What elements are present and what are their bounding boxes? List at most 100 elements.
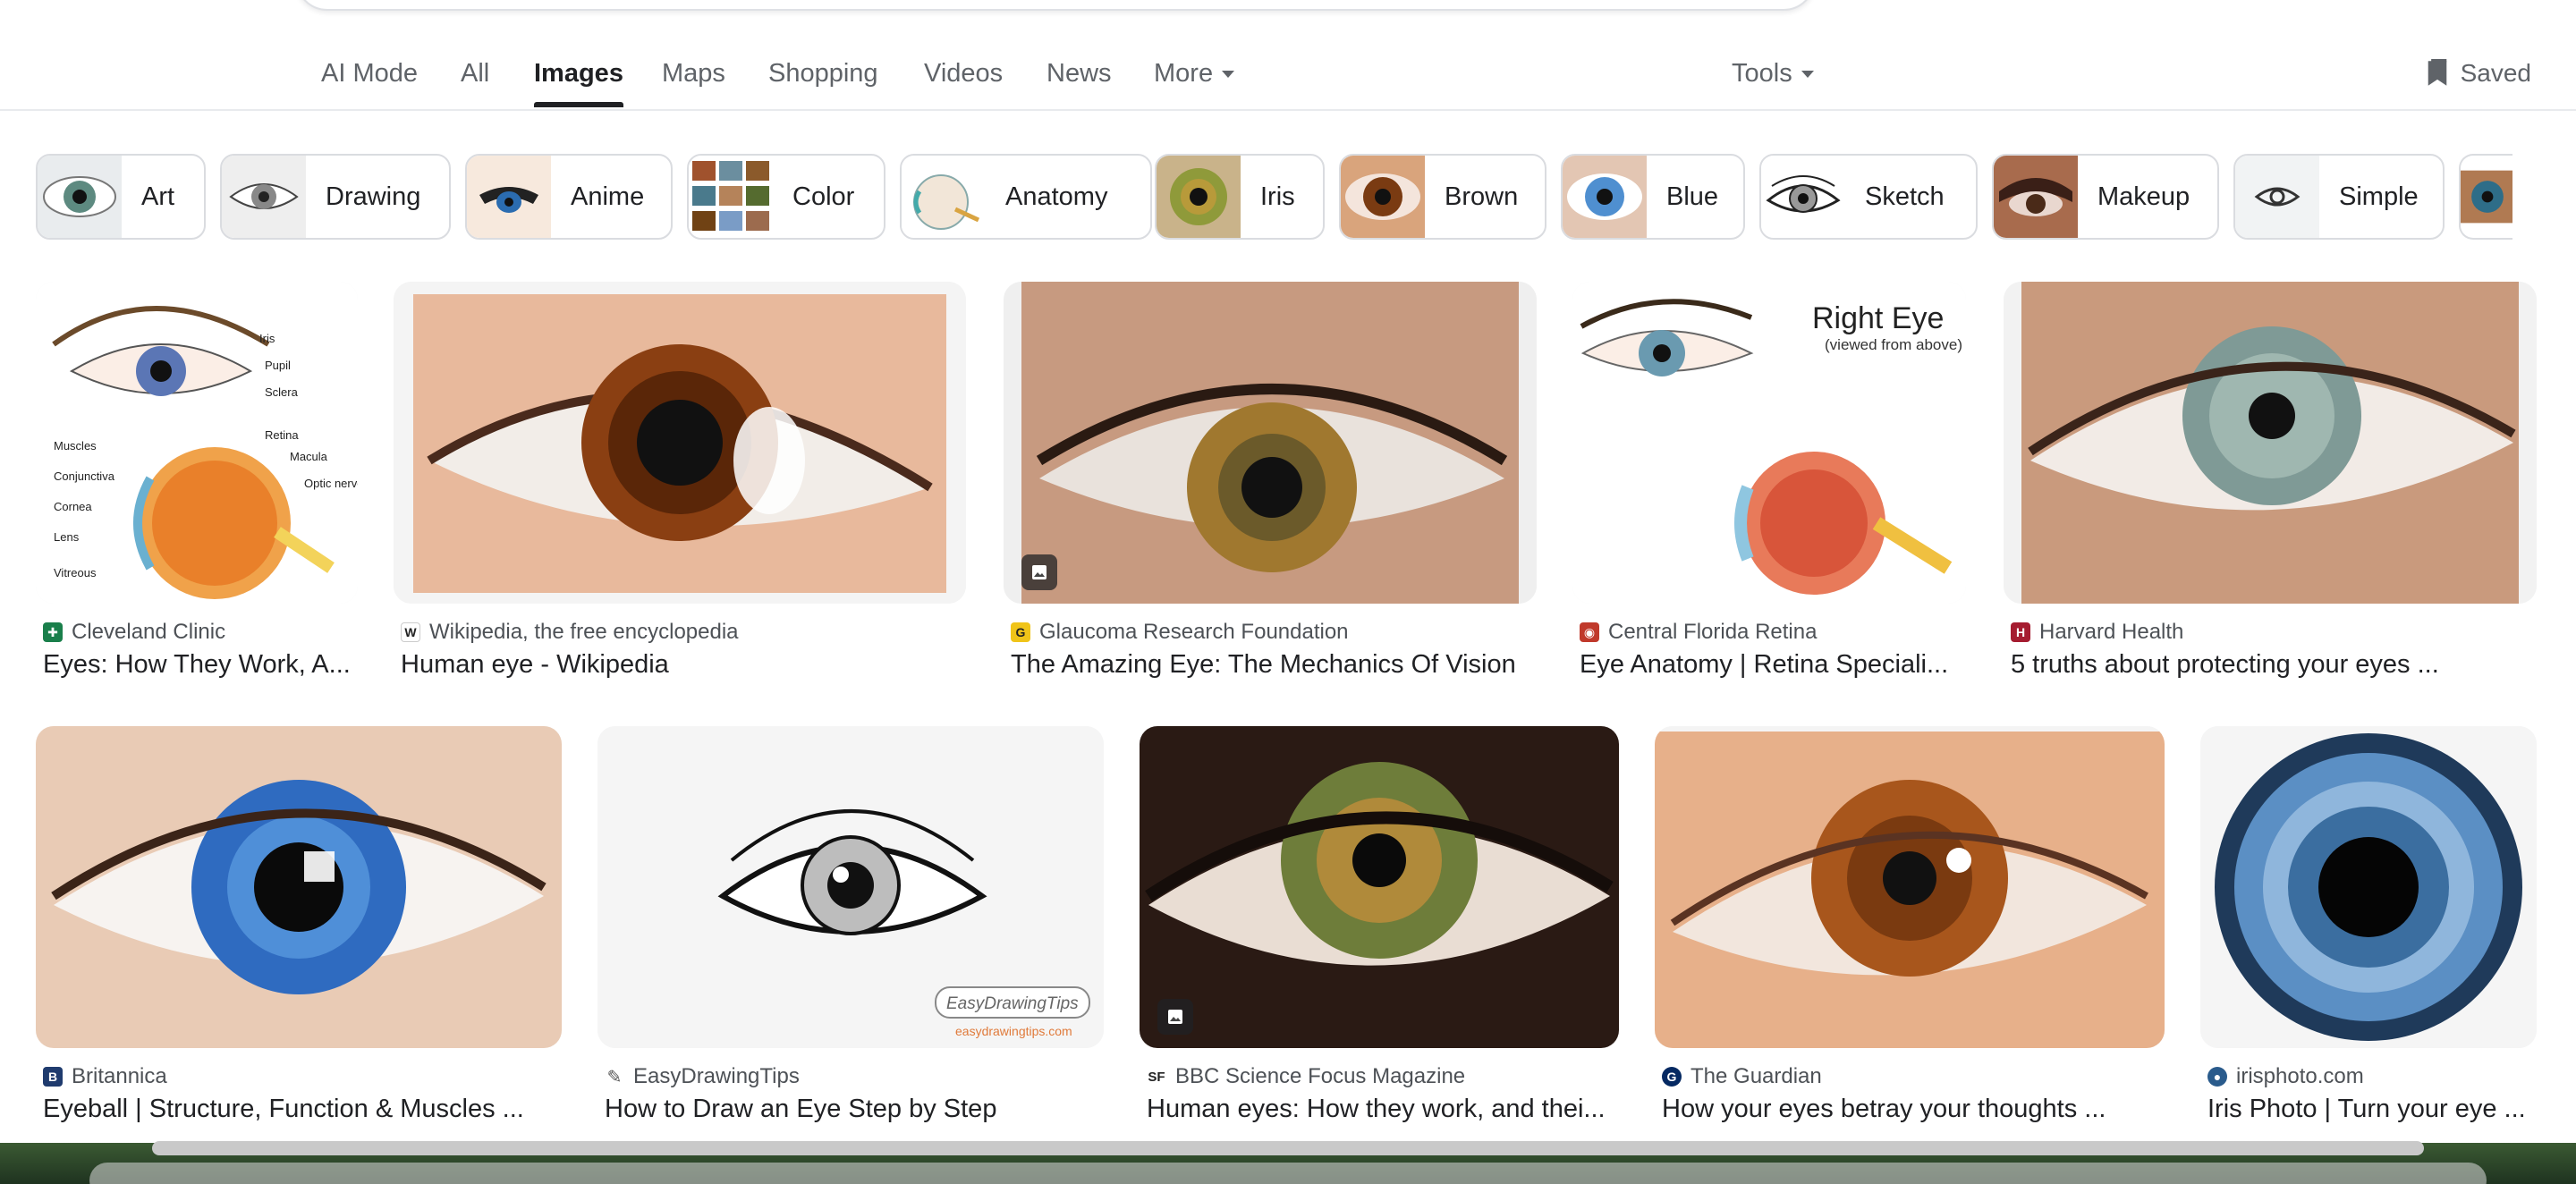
tab-images[interactable]: Images (534, 59, 623, 107)
result-image[interactable] (36, 726, 562, 1048)
watermark-url: easydrawingtips.com (955, 1024, 1072, 1038)
saved-label: Saved (2460, 59, 2531, 87)
chip-thumbnail (1157, 156, 1241, 238)
result-title[interactable]: Eyeball | Structure, Function & Muscles … (43, 1095, 562, 1124)
green-eye-photo (2004, 282, 2537, 604)
source-name: Wikipedia, the free encyclopedia (429, 620, 739, 644)
diagram-subtitle: (viewed from above) (1825, 336, 1962, 353)
tab-maps[interactable]: Maps (662, 59, 725, 89)
image-result[interactable]: G Glaucoma Research Foundation The Amazin… (1004, 282, 1537, 684)
chip-art[interactable]: Art (36, 154, 206, 240)
result-title[interactable]: Iris Photo | Turn your eye ... (2207, 1095, 2537, 1124)
diagram-label: Cornea (54, 500, 92, 513)
right-eye-diagram: Right Eye (viewed from above) (1572, 282, 1966, 604)
result-title[interactable]: 5 truths about protecting your eyes ... (2011, 650, 2537, 680)
result-image[interactable] (2004, 282, 2537, 604)
image-badge-icon (1157, 999, 1193, 1035)
image-result[interactable]: Right Eye (viewed from above) ◉ Central F… (1572, 282, 1966, 684)
result-image[interactable] (1140, 726, 1619, 1048)
image-result[interactable]: ● irisphoto.com Iris Photo | Turn your ey… (2200, 726, 2537, 1129)
source-name: The Guardian (1690, 1064, 1822, 1088)
result-source[interactable]: W Wikipedia, the free encyclopedia (401, 620, 739, 645)
image-result[interactable]: Iris Pupil Sclera Retina Macula Optic ne… (36, 282, 358, 684)
chip-label: Sketch (1865, 182, 1945, 211)
result-image[interactable] (394, 282, 966, 604)
chip-iris[interactable]: Iris (1155, 154, 1325, 240)
result-source[interactable]: H Harvard Health (2011, 620, 2183, 645)
result-image[interactable] (2200, 726, 2537, 1048)
tab-news[interactable]: News (1046, 59, 1112, 89)
bookmark-icon (2428, 59, 2446, 86)
result-image[interactable]: Right Eye (viewed from above) (1572, 282, 1966, 604)
diagram-label: Vitreous (54, 566, 97, 579)
the-guardian-favicon-icon: G (1662, 1067, 1682, 1087)
search-box[interactable] (295, 0, 1816, 11)
chip-label: Drawing (326, 182, 421, 211)
chip-thumbnail (2461, 170, 2512, 224)
image-result[interactable]: H Harvard Health 5 truths about protectin… (2004, 282, 2537, 684)
result-title[interactable]: Human eyes: How they work, and thei... (1147, 1095, 1619, 1124)
diagram-label: Pupil (265, 359, 291, 372)
chip-more-partial[interactable] (2459, 154, 2512, 240)
result-source[interactable]: ◉ Central Florida Retina (1580, 620, 1817, 645)
result-source[interactable]: G Glaucoma Research Foundation (1011, 620, 1349, 645)
tools-label: Tools (1732, 59, 1792, 88)
result-title[interactable]: Eyes: How They Work, A... (43, 650, 358, 680)
tools-button[interactable]: Tools (1732, 59, 1814, 89)
result-title[interactable]: How your eyes betray your thoughts ... (1662, 1095, 2165, 1124)
result-title[interactable]: Eye Anatomy | Retina Speciali... (1580, 650, 1966, 680)
tab-shopping[interactable]: Shopping (768, 59, 878, 89)
chip-label: Blue (1666, 182, 1719, 211)
result-source[interactable]: ● irisphoto.com (2207, 1064, 2364, 1089)
chip-blue[interactable]: Blue (1561, 154, 1745, 240)
source-name: Britannica (72, 1064, 167, 1088)
saved-button[interactable]: Saved (2425, 59, 2531, 88)
result-source[interactable]: G The Guardian (1662, 1064, 1822, 1089)
chip-sketch[interactable]: Sketch (1759, 154, 1978, 240)
chip-drawing[interactable]: Drawing (220, 154, 451, 240)
tab-videos[interactable]: Videos (924, 59, 1003, 89)
chip-anatomy[interactable]: Anatomy (900, 154, 1152, 240)
image-result[interactable]: EasyDrawingTips easydrawingtips.com ✎ Eas… (597, 726, 1104, 1129)
result-image[interactable]: Iris Pupil Sclera Retina Macula Optic ne… (36, 282, 358, 604)
diagram-label: Lens (54, 530, 80, 544)
image-badge-icon (1021, 554, 1057, 590)
cleveland-clinic-favicon-icon: ✚ (43, 622, 63, 642)
chip-brown[interactable]: Brown (1339, 154, 1546, 240)
image-result[interactable]: B Britannica Eyeball | Structure, Functio… (36, 726, 562, 1129)
diagram-label: Conjunctiva (54, 469, 115, 483)
chip-simple[interactable]: Simple (2233, 154, 2445, 240)
chip-makeup[interactable]: Makeup (1992, 154, 2219, 240)
tab-all[interactable]: All (461, 59, 489, 89)
result-source[interactable]: ✚ Cleveland Clinic (43, 620, 225, 645)
result-image[interactable]: EasyDrawingTips easydrawingtips.com (597, 726, 1104, 1048)
result-source[interactable]: ✎ EasyDrawingTips (605, 1064, 800, 1089)
dock[interactable] (89, 1163, 2487, 1184)
watermark-text: EasyDrawingTips (946, 994, 1079, 1013)
result-title[interactable]: The Amazing Eye: The Mechanics Of Vision (1011, 650, 1537, 680)
image-result[interactable]: W Wikipedia, the free encyclopedia Human … (394, 282, 966, 684)
tab-more[interactable]: More (1154, 59, 1235, 89)
image-result[interactable]: SF BBC Science Focus Magazine Human eyes:… (1140, 726, 1619, 1129)
chip-thumbnail (467, 156, 551, 238)
chip-label: Anatomy (1005, 182, 1108, 211)
result-title[interactable]: Human eye - Wikipedia (401, 650, 966, 680)
horizontal-scrollbar[interactable] (152, 1141, 2424, 1155)
result-source[interactable]: B Britannica (43, 1064, 167, 1089)
tab-ai-mode[interactable]: AI Mode (321, 59, 418, 89)
image-result[interactable]: G The Guardian How your eyes betray your … (1655, 726, 2165, 1129)
result-image[interactable] (1655, 726, 2165, 1048)
chip-thumbnail (902, 156, 986, 238)
source-name: EasyDrawingTips (633, 1064, 800, 1088)
brown-eye-photo (394, 282, 966, 604)
diagram-label: Iris (259, 332, 275, 345)
blue-eye-photo (36, 726, 562, 1048)
result-title[interactable]: How to Draw an Eye Step by Step (605, 1095, 1104, 1124)
chip-thumbnail (222, 156, 306, 238)
irisphoto-favicon-icon: ● (2207, 1067, 2227, 1087)
refinement-chips: Art Drawing Anime Color Anatomy Iris Bro… (36, 154, 2540, 240)
result-source[interactable]: SF BBC Science Focus Magazine (1147, 1064, 1465, 1089)
chip-anime[interactable]: Anime (465, 154, 673, 240)
chip-color[interactable]: Color (687, 154, 886, 240)
result-image[interactable] (1004, 282, 1537, 604)
